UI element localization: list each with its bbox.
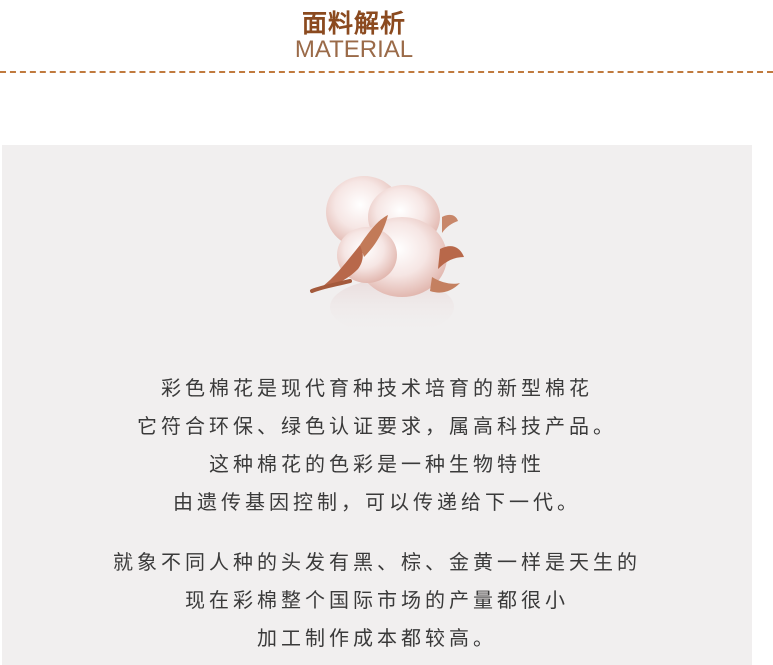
text-line: 由遗传基因控制，可以传递给下一代。 bbox=[173, 490, 581, 514]
text-line: 就象不同人种的头发有黑、棕、金黄一样是天生的 bbox=[113, 550, 641, 574]
text-line: 这种棉花的色彩是一种生物特性 bbox=[209, 452, 545, 476]
text-line: 加工制作成本都较高。 bbox=[257, 626, 497, 650]
dashed-divider bbox=[0, 71, 773, 73]
section-title-en: MATERIAL bbox=[294, 36, 414, 63]
text-line: 彩色棉花是现代育种技术培育的新型棉花 bbox=[161, 376, 593, 400]
text-line: 它符合环保、绿色认证要求，属高科技产品。 bbox=[137, 414, 617, 438]
cotton-boll-icon bbox=[310, 176, 464, 335]
description-paragraph-1: 彩色棉花是现代育种技术培育的新型棉花 它符合环保、绿色认证要求，属高科技产品。 … bbox=[2, 369, 752, 521]
section-title-cn: 面料解析 bbox=[301, 9, 406, 38]
section-header: 面料解析 MATERIAL bbox=[0, 0, 773, 90]
description-paragraph-2: 就象不同人种的头发有黑、棕、金黄一样是天生的 现在彩棉整个国际市场的产量都很小 … bbox=[2, 543, 752, 657]
text-line: 现在彩棉整个国际市场的产量都很小 bbox=[185, 588, 569, 612]
material-panel: 彩色棉花是现代育种技术培育的新型棉花 它符合环保、绿色认证要求，属高科技产品。 … bbox=[2, 145, 752, 665]
